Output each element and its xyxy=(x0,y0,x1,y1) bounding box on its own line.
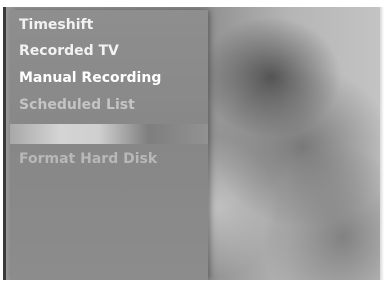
recording-menu-panel: Timeshift Recorded TV Manual Recording S… xyxy=(10,10,208,280)
menu-item-timeshift[interactable]: Timeshift xyxy=(19,16,204,34)
menu-item-scheduled-list[interactable]: Scheduled List xyxy=(19,96,204,114)
menu-item-manual-recording[interactable]: Manual Recording xyxy=(19,69,204,87)
tv-screen: Timeshift Recorded TV Manual Recording S… xyxy=(3,7,384,280)
menu-item-recorded-tv[interactable]: Recorded TV xyxy=(19,42,204,60)
menu-selection-highlight[interactable] xyxy=(10,124,208,144)
menu-item-format-hard-disk[interactable]: Format Hard Disk xyxy=(19,150,204,168)
